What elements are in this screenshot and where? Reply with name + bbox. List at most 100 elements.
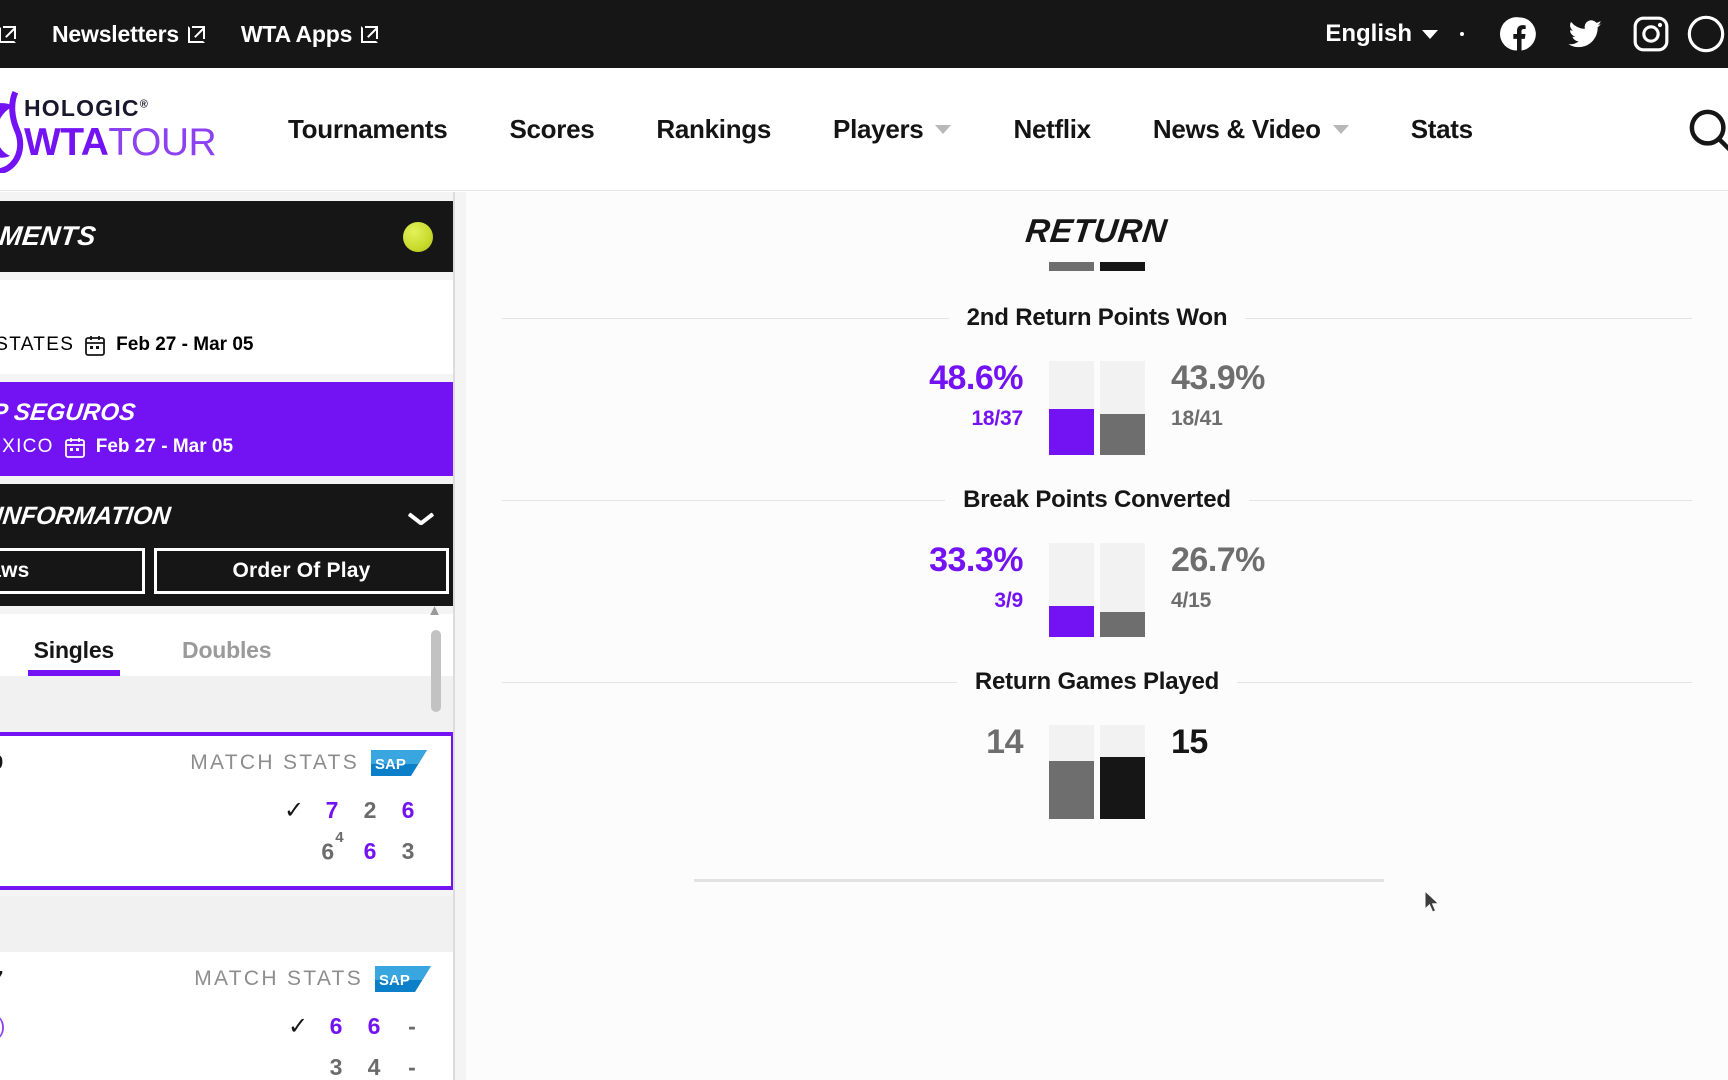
match-card-garcia-juvan[interactable]: eted 1:17 MATCH STATS SAP GARCIA bbox=[0, 952, 455, 1080]
facebook-icon[interactable] bbox=[1486, 14, 1552, 54]
bar-left bbox=[1049, 725, 1094, 819]
scroll-up-arrow-icon[interactable]: ▲ bbox=[427, 602, 442, 619]
set-score: 3 bbox=[329, 1054, 343, 1080]
stat-bars bbox=[1049, 725, 1145, 819]
stat-bars bbox=[1049, 361, 1145, 455]
nav-item-netflix[interactable]: Netflix bbox=[982, 114, 1121, 145]
sidebar-scrollbar[interactable]: ▲ bbox=[427, 602, 447, 1080]
tournament-dates: Feb 27 - Mar 05 bbox=[116, 334, 254, 355]
match-stats-panel: RETURN 2nd Return Points Won 48.6% 18/37 bbox=[466, 192, 1728, 1080]
sidebar-scroll-thumb[interactable] bbox=[431, 630, 441, 712]
wta-logo[interactable]: HOLOGIC® WTATOUR bbox=[0, 83, 230, 175]
main-navigation: HOLOGIC® WTATOUR Tournaments Scores Rank… bbox=[0, 68, 1728, 191]
nav-item-players[interactable]: Players bbox=[802, 114, 982, 145]
stats-panel-title: RETURN bbox=[466, 192, 1728, 250]
stat-value-right: 15 bbox=[1145, 725, 1365, 759]
match-card-header: eted 2:19 MATCH STATS SAP bbox=[0, 736, 427, 790]
tab-singles[interactable]: Singles bbox=[0, 637, 148, 676]
nav-item-tournaments[interactable]: Tournaments bbox=[257, 114, 478, 145]
nav-item-news-video[interactable]: News & Video bbox=[1122, 114, 1380, 145]
youtube-icon[interactable] bbox=[1684, 14, 1728, 54]
external-link-icon bbox=[0, 25, 16, 43]
stat-body: 48.6% 18/37 43.9% 18/41 bbox=[466, 361, 1728, 455]
tournament-meta: IN,UNITED STATES Feb 27 - Mar 05 bbox=[0, 334, 425, 356]
topbar-link-label-2: WTA Apps bbox=[240, 20, 353, 47]
stat-label: Return Games Played bbox=[956, 668, 1238, 696]
content-area: TOURNAMENTS OPEN IN,UNITED STATES Feb 27… bbox=[0, 192, 1728, 1080]
separator-dot bbox=[1460, 32, 1464, 36]
bar-right bbox=[1100, 543, 1145, 637]
stat-rule-right bbox=[1227, 500, 1692, 501]
match-duration: 2:19 bbox=[0, 752, 3, 775]
nav-item-scores[interactable]: Scores bbox=[478, 114, 625, 145]
player-scores: 64 6 3 bbox=[275, 829, 427, 866]
nav-label: News & Video bbox=[1152, 113, 1321, 144]
stat-rule-right bbox=[1227, 318, 1692, 319]
tournament-dates: Feb 27 - Mar 05 bbox=[95, 436, 234, 457]
topbar-link-label-1: Newsletters bbox=[52, 20, 179, 47]
set-score: 6 bbox=[367, 1013, 381, 1039]
chevron-down-icon bbox=[935, 124, 952, 134]
topbar-links: Newsletters WTA Apps bbox=[0, 21, 396, 48]
twitter-icon[interactable] bbox=[1552, 14, 1618, 54]
nav-item-rankings[interactable]: Rankings bbox=[625, 114, 802, 145]
tab-doubles-label: Doubles bbox=[182, 637, 272, 663]
set-score: - bbox=[408, 1013, 416, 1039]
order-of-play-button-label: Order Of Play bbox=[232, 559, 371, 582]
stat-label-row: Return Games Played bbox=[466, 665, 1728, 699]
stats-title-text: RETURN bbox=[1024, 212, 1170, 249]
stat-block-2nd-return-points-won: 2nd Return Points Won 48.6% 18/37 43.9% … bbox=[466, 301, 1728, 455]
search-icon[interactable] bbox=[1684, 104, 1728, 158]
tournament-item-open[interactable]: OPEN IN,UNITED STATES Feb 27 - Mar 05 bbox=[0, 280, 455, 374]
bar-right bbox=[1100, 361, 1145, 455]
tournaments-sidebar: TOURNAMENTS OPEN IN,UNITED STATES Feb 27… bbox=[0, 192, 455, 1080]
stat-rule-right bbox=[1227, 682, 1692, 683]
tennis-ball-icon bbox=[403, 221, 433, 252]
player-row-juvan: JUVAN 3 4 - bbox=[0, 1047, 431, 1080]
stats-bottom-divider bbox=[694, 879, 1384, 882]
sap-logo: SAP bbox=[375, 966, 431, 992]
language-label: English bbox=[1325, 20, 1412, 47]
wta-logo-text: HOLOGIC® WTATOUR bbox=[24, 95, 217, 164]
order-of-play-button[interactable]: Order Of Play bbox=[154, 548, 449, 594]
set-score: 2 bbox=[363, 797, 377, 823]
match-list: D OF 16 eted 2:19 MATCH STATS SAP bbox=[0, 676, 455, 1080]
tab-doubles[interactable]: Doubles bbox=[148, 637, 305, 676]
tournament-information-header[interactable]: NAMENT INFORMATION bbox=[0, 484, 455, 548]
sidebar-title: TOURNAMENTS bbox=[0, 221, 98, 251]
legend-bar-player1 bbox=[1049, 262, 1094, 271]
tournament-item-abierto-gnp-seguros[interactable]: ERTO GNP SEGUROS TERREY,MEXICO Feb 27 - … bbox=[0, 382, 455, 476]
stat-value-count-right: 15 bbox=[1171, 723, 1208, 761]
stat-value-right: 26.7% 4/15 bbox=[1145, 543, 1365, 613]
set-score-with-tiebreak: 64 bbox=[313, 829, 351, 866]
nav-label: Players bbox=[833, 113, 924, 144]
match-card-zhu-marino[interactable]: eted 2:19 MATCH STATS SAP ZHU bbox=[0, 732, 455, 890]
tournament-location: TERREY,MEXICO bbox=[0, 436, 54, 457]
tournament-meta: TERREY,MEXICO Feb 27 - Mar 05 bbox=[0, 436, 425, 458]
set-score: 6 bbox=[329, 1013, 343, 1039]
tournament-location: IN,UNITED STATES bbox=[0, 334, 75, 355]
stat-percent-right: 26.7% bbox=[1171, 541, 1265, 579]
language-selector[interactable]: English bbox=[1325, 20, 1452, 48]
stat-value-left: 14 bbox=[829, 725, 1049, 759]
topbar-link-partial[interactable] bbox=[0, 25, 34, 43]
draws-button-label: Draws bbox=[0, 559, 30, 582]
stats-legend bbox=[466, 262, 1728, 271]
set-score: 6 bbox=[401, 797, 415, 823]
stat-block-return-games-played: Return Games Played 14 15 bbox=[466, 665, 1728, 819]
nav-item-stats[interactable]: Stats bbox=[1380, 114, 1504, 145]
mouse-cursor bbox=[1424, 890, 1440, 913]
topbar-right-group: English bbox=[1325, 14, 1728, 54]
round-header-r16: D OF 16 bbox=[0, 676, 455, 732]
topbar-link-newsletters[interactable]: Newsletters bbox=[34, 21, 223, 48]
instagram-icon[interactable] bbox=[1618, 14, 1684, 54]
topbar-link-wta-apps[interactable]: WTA Apps bbox=[223, 21, 396, 48]
match-stats-link[interactable]: MATCH STATS SAP bbox=[194, 966, 431, 992]
player-scores: ✓ 6 6 - bbox=[279, 1013, 431, 1040]
external-link-icon bbox=[361, 25, 379, 43]
match-stats-link[interactable]: MATCH STATS SAP bbox=[190, 750, 427, 776]
match-card-header: eted 1:17 MATCH STATS SAP bbox=[0, 952, 431, 1006]
draws-button[interactable]: Draws bbox=[0, 548, 145, 594]
player-row-zhu: ZHU (5) ✓ 7 2 6 bbox=[0, 790, 427, 831]
set-score: - bbox=[408, 1054, 416, 1080]
